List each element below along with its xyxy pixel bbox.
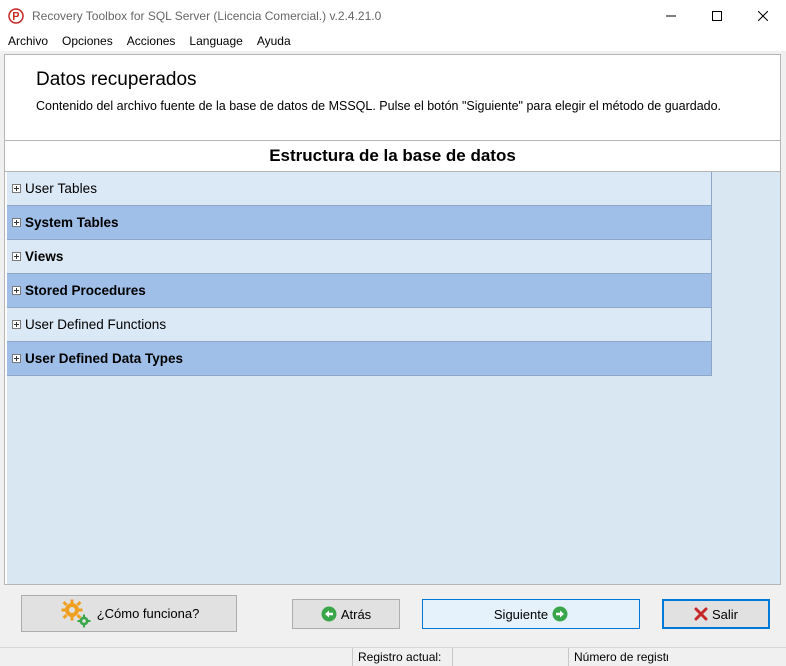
tree-item-user-tables[interactable]: User Tables [7,172,712,206]
structure-title: Estructura de la base de datos [5,140,780,172]
window-title: Recovery Toolbox for SQL Server (Licenci… [32,8,382,23]
menu-opciones[interactable]: Opciones [55,31,120,51]
structure-tree[interactable]: User Tables System Tables Views Stored P… [7,172,780,584]
tree-item-label: Stored Procedures [25,283,146,298]
status-bar: Registro actual: Número de registr [0,647,786,666]
close-icon [758,10,768,21]
next-label: Siguiente [493,606,549,622]
tree-item-label: User Defined Functions [25,317,167,332]
expand-icon[interactable] [12,252,21,261]
expand-icon[interactable] [12,184,21,193]
expand-icon[interactable] [12,320,21,329]
minimize-icon [666,15,676,16]
tree-item-user-defined-functions[interactable]: User Defined Functions [7,308,712,342]
tree-item-system-tables[interactable]: System Tables [7,206,712,240]
exit-label: Salir [711,606,738,622]
menu-bar: Archivo Opciones Acciones Language Ayuda [0,31,786,51]
next-button[interactable]: Siguiente [422,599,640,629]
menu-acciones[interactable]: Acciones [120,31,183,51]
maximize-button[interactable] [694,0,740,31]
x-icon [694,607,708,621]
arrow-left-icon [321,606,337,622]
status-current-record-value [452,648,568,666]
maximize-icon [712,10,722,21]
back-label: Atrás [340,606,372,622]
tree-item-user-defined-data-types[interactable]: User Defined Data Types [7,342,712,376]
app-icon [8,7,24,24]
expand-icon[interactable] [12,354,21,363]
title-bar: Recovery Toolbox for SQL Server (Licenci… [0,0,786,31]
tree-item-stored-procedures[interactable]: Stored Procedures [7,274,712,308]
tree-item-label: User Defined Data Types [25,351,184,366]
status-current-record: Registro actual: [352,648,452,666]
page-description: Contenido del archivo fuente de la base … [36,99,722,113]
main-panel: Datos recuperados Contenido del archivo … [4,54,781,585]
how-it-works-label: ¿Cómo funciona? [96,606,200,621]
arrow-right-icon [552,606,568,622]
menu-ayuda[interactable]: Ayuda [250,31,298,51]
menu-archivo[interactable]: Archivo [1,31,55,51]
page-title: Datos recuperados [36,69,197,90]
minimize-button[interactable] [648,0,694,31]
status-record-number: Número de registr [568,648,668,666]
tree-item-label: User Tables [25,181,98,196]
tree-item-label: System Tables [25,215,119,230]
gears-icon [59,598,93,630]
tree-item-label: Views [25,249,64,264]
menu-language[interactable]: Language [182,31,249,51]
tree-item-views[interactable]: Views [7,240,712,274]
expand-icon[interactable] [12,286,21,295]
expand-icon[interactable] [12,218,21,227]
how-it-works-button[interactable]: ¿Cómo funciona? [21,595,237,632]
back-button[interactable]: Atrás [292,599,400,629]
exit-button[interactable]: Salir [662,599,770,629]
close-button[interactable] [740,0,786,31]
